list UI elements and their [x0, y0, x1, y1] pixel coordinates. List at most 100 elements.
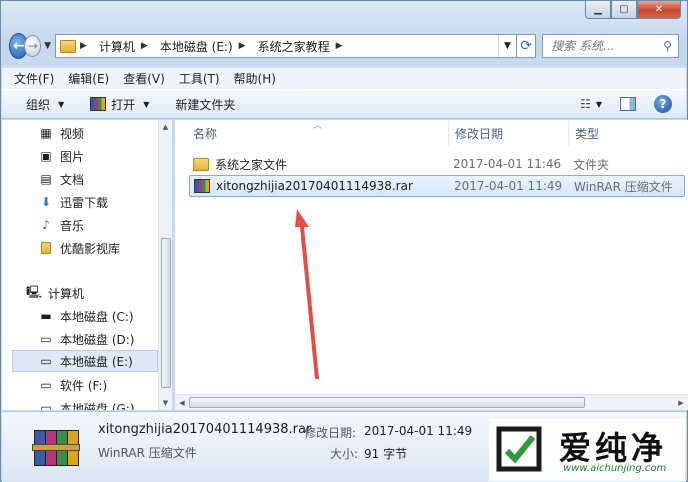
- nav-label: 视频: [60, 126, 85, 141]
- nav-item-pictures[interactable]: ▣ 图片: [38, 145, 172, 167]
- nav-label: 本地磁盘 (G:): [60, 401, 135, 411]
- address-row: ← → ▼ ▶ 计算机▶ 本地磁盘 (E:)▶ 系统之家教程▶ ▼ ⟳ ⚲: [9, 31, 679, 61]
- column-type[interactable]: 类型: [569, 120, 669, 146]
- drive-icon: ▭: [40, 378, 52, 392]
- nav-label: 图片: [60, 149, 85, 164]
- nav-label: 计算机: [48, 286, 85, 301]
- close-button[interactable]: ✕: [637, 1, 681, 19]
- file-row-selected[interactable]: xitongzhijia20170401114938.rar 2017-04-0…: [189, 175, 685, 197]
- scroll-right-icon[interactable]: ▶: [674, 395, 688, 410]
- command-bar: 组织 ▼ 打开 ▼ 新建文件夹 ☷ ▼ ?: [2, 89, 686, 119]
- nav-item-video[interactable]: ▦ 视频: [38, 122, 172, 144]
- nav-item-music[interactable]: ♪ 音乐: [38, 214, 172, 236]
- search-input[interactable]: [551, 39, 664, 53]
- menu-file[interactable]: 文件(F): [14, 70, 54, 87]
- details-file-name: xitongzhijia20170401114938.rar: [98, 422, 312, 437]
- winrar-large-icon: [32, 422, 80, 472]
- file-type: WinRAR 压缩文件: [574, 179, 673, 194]
- system-drive-icon: ▬: [40, 309, 52, 323]
- recent-pages-dropdown[interactable]: ▼: [44, 41, 51, 51]
- preview-pane-icon[interactable]: [620, 97, 636, 111]
- refresh-icon: ⟳: [520, 38, 532, 54]
- video-icon: ▦: [40, 126, 52, 140]
- menu-edit[interactable]: 编辑(E): [68, 70, 109, 87]
- menu-view[interactable]: 查看(V): [123, 70, 165, 87]
- back-arrow-icon: ←: [12, 38, 25, 54]
- breadcrumb-drive-e[interactable]: 本地磁盘 (E:) ▶: [160, 38, 252, 55]
- nav-label: 音乐: [60, 218, 85, 233]
- help-icon[interactable]: ?: [654, 95, 672, 113]
- maximize-button[interactable]: ▢: [611, 1, 637, 19]
- scroll-down-icon[interactable]: ▼: [159, 396, 172, 410]
- file-type: 文件夹: [573, 157, 610, 172]
- scroll-thumb[interactable]: [189, 397, 585, 408]
- column-name[interactable]: 名称: [187, 120, 449, 146]
- nav-item-drive-f[interactable]: ▭ 软件 (F:): [38, 374, 172, 396]
- menu-bar: 文件(F) 编辑(E) 查看(V) 工具(T) 帮助(H): [2, 67, 686, 89]
- file-row[interactable]: 系统之家文件 2017-04-01 11:46 文件夹: [189, 153, 685, 175]
- details-file-type: WinRAR 压缩文件: [98, 446, 197, 460]
- breadcrumb-folder[interactable]: 系统之家教程 ▶: [258, 38, 349, 55]
- nav-label: 优酷影视库: [60, 241, 121, 256]
- nav-item-drive-c[interactable]: ▬ 本地磁盘 (C:): [38, 305, 172, 327]
- scroll-up-icon[interactable]: ▲: [159, 120, 172, 134]
- chevron-down-icon: ▼: [58, 99, 65, 109]
- documents-icon: ▤: [40, 172, 52, 186]
- view-options-icon[interactable]: ☷: [580, 97, 591, 111]
- download-folder-icon: ⬇: [40, 195, 52, 209]
- nav-label: 本地磁盘 (E:): [60, 354, 133, 369]
- new-folder-button[interactable]: 新建文件夹: [175, 96, 235, 113]
- search-icon[interactable]: ⚲: [663, 39, 672, 53]
- file-modified: 2017-04-01 11:46: [453, 157, 562, 171]
- computer-icon: 🖳: [26, 284, 43, 299]
- column-modified[interactable]: 修改日期: [449, 120, 569, 146]
- minimize-button[interactable]: ▁: [585, 1, 611, 19]
- details-size: 91 字节: [364, 447, 408, 461]
- drive-icon: ▭: [40, 401, 52, 410]
- drive-icon: ▭: [40, 354, 52, 368]
- open-label: 打开: [111, 97, 136, 112]
- file-name: 系统之家文件: [215, 157, 288, 172]
- horizontal-scrollbar[interactable]: ◀ ▶: [175, 394, 688, 410]
- breadcrumb-computer[interactable]: 计算机 ▶: [99, 38, 154, 55]
- address-bar[interactable]: ▶ 计算机 ▶ 本地磁盘 (E:) ▶ 系统之家教程 ▶ ▼: [54, 34, 517, 58]
- view-dropdown[interactable]: ▼: [596, 100, 602, 109]
- file-list: ︿ 名称 修改日期 类型 系统之家文件 2017-04-01 11:46 文件夹…: [175, 120, 688, 410]
- organize-button[interactable]: 组织 ▼: [26, 96, 64, 113]
- music-icon: ♪: [42, 218, 50, 232]
- refresh-button[interactable]: ⟳: [516, 34, 537, 58]
- file-name-cell: 系统之家文件: [193, 156, 287, 173]
- nav-item-documents[interactable]: ▤ 文档: [38, 168, 172, 190]
- watermark: 爱纯净 www.aichunjing.com: [489, 419, 685, 481]
- nav-scrollbar[interactable]: ▲ ▼: [158, 120, 172, 410]
- organize-label: 组织: [26, 97, 51, 112]
- breadcrumb-root-separator[interactable]: ▶: [80, 41, 93, 51]
- menu-tools[interactable]: 工具(T): [179, 70, 220, 87]
- menu-help[interactable]: 帮助(H): [234, 70, 276, 87]
- search-box[interactable]: ⚲: [542, 34, 679, 58]
- nav-item-youku[interactable]: 优酷影视库: [38, 237, 172, 259]
- nav-item-computer[interactable]: 🖳 计算机: [26, 282, 172, 304]
- watermark-url: www.aichunjing.com: [563, 463, 667, 474]
- folder-icon: [193, 157, 209, 171]
- nav-item-drive-d[interactable]: ▭ 本地磁盘 (D:): [38, 328, 172, 350]
- forward-arrow-icon: →: [27, 39, 38, 53]
- address-dropdown[interactable]: ▼: [497, 35, 516, 57]
- nav-label: 本地磁盘 (D:): [60, 332, 135, 347]
- scroll-thumb[interactable]: [161, 238, 171, 388]
- column-headers: ︿ 名称 修改日期 类型: [175, 120, 688, 146]
- open-button[interactable]: 打开 ▼: [90, 96, 149, 113]
- scroll-left-icon[interactable]: ◀: [175, 395, 189, 410]
- forward-button[interactable]: →: [24, 35, 42, 57]
- nav-item-drive-g[interactable]: ▭ 本地磁盘 (G:): [38, 397, 172, 410]
- nav-item-thunder[interactable]: ⬇ 迅雷下载: [38, 191, 172, 213]
- drive-icon: ▭: [40, 332, 52, 346]
- nav-item-drive-e[interactable]: ▭ 本地磁盘 (E:): [12, 350, 158, 372]
- file-name: xitongzhijia20170401114938.rar: [216, 179, 413, 193]
- file-name-cell: xitongzhijia20170401114938.rar: [194, 179, 413, 193]
- navigation-pane: ▦ 视频 ▣ 图片 ▤ 文档 ⬇ 迅雷下载 ♪ 音乐 优酷影视库 🖳 计算机 ▬ 本地磁盘 (…: [2, 120, 172, 410]
- file-modified: 2017-04-01 11:49: [454, 179, 563, 193]
- nav-label: 软件 (F:): [60, 378, 108, 393]
- explorer-window: ▁ ▢ ✕ ← → ▼ ▶ 计算机 ▶ 本地磁盘 (E:) ▶ 系统之家教程 ▶ ▼ …: [0, 0, 688, 482]
- folder-icon: [38, 241, 54, 255]
